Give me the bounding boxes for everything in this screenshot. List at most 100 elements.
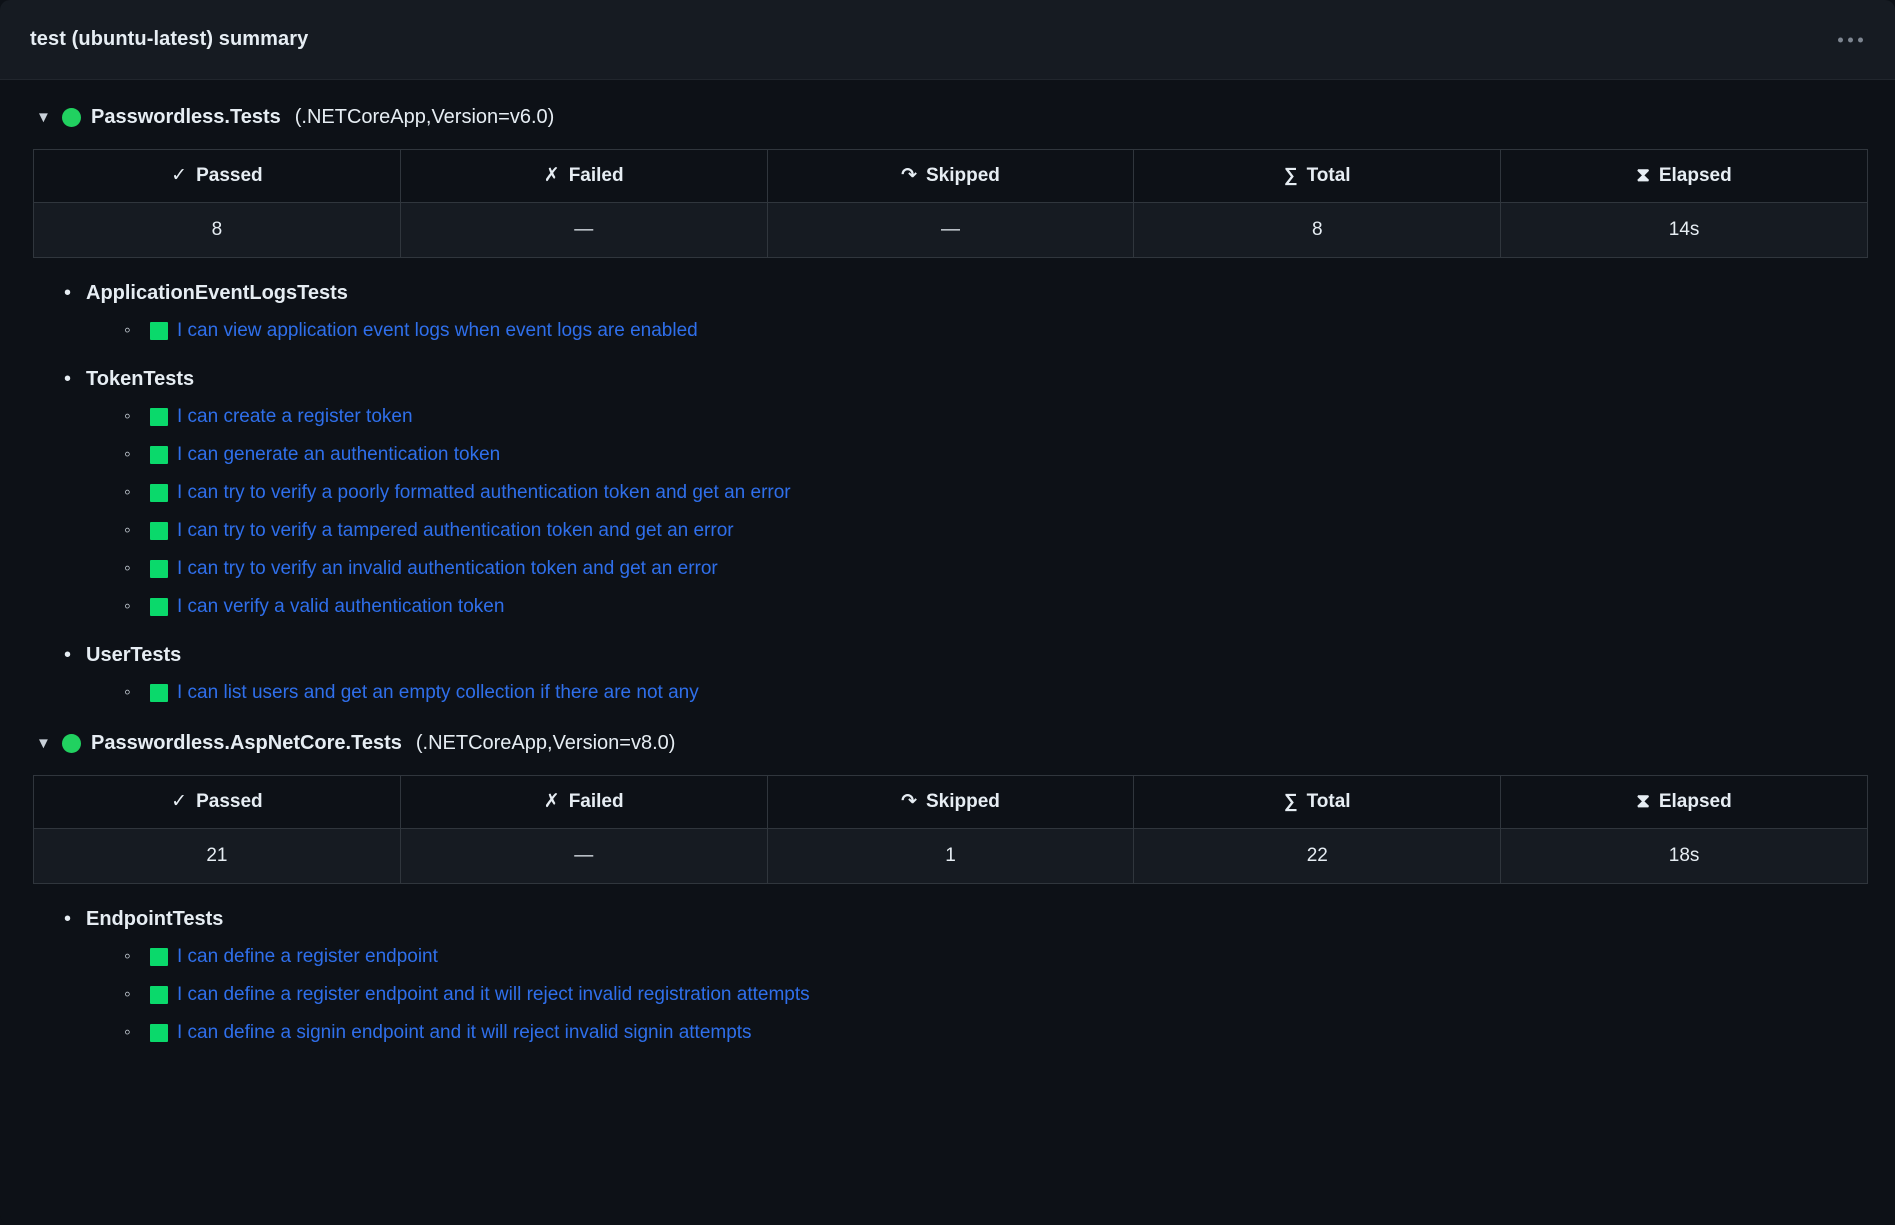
test-outcome-passed-icon: [150, 522, 168, 540]
column-header-label: Total: [1307, 791, 1351, 813]
list-item: I can define a register endpoint: [120, 932, 1865, 970]
column-header-label: Skipped: [926, 165, 1000, 187]
test-outcome-passed-icon: [150, 322, 168, 340]
suite-summary-table: ✓Passed✗Failed↷Skipped∑Total⧗Elapsed21—1…: [33, 775, 1868, 884]
hourglass-icon: ⧗: [1636, 166, 1649, 185]
test-case-link[interactable]: I can view application event logs when e…: [177, 318, 698, 344]
list-item: I can generate an authentication token: [120, 430, 1865, 468]
test-class-list: ApplicationEventLogsTests I can view appl…: [30, 258, 1865, 706]
list-item: I can create a register token: [120, 392, 1865, 430]
suite-summary-table: ✓Passed✗Failed↷Skipped∑Total⧗Elapsed8——8…: [33, 149, 1868, 258]
column-header-failed: ✗ Failed: [400, 150, 767, 203]
test-outcome-passed-icon: [150, 684, 168, 702]
kebab-dot: [1858, 37, 1863, 42]
kebab-dot: [1838, 37, 1843, 42]
test-class-name: UserTests: [86, 642, 1865, 668]
test-class: TokenTests I can create a register token I…: [58, 344, 1865, 620]
test-outcome-passed-icon: [150, 948, 168, 966]
test-case-link[interactable]: I can verify a valid authentication toke…: [177, 594, 504, 620]
column-header-failed: ✗ Failed: [400, 776, 767, 829]
test-class: EndpointTests I can define a register end…: [58, 884, 1865, 1046]
test-case-list: I can list users and get an empty collec…: [86, 668, 1865, 706]
test-outcome-passed-icon: [150, 484, 168, 502]
skip-arrow-icon: ↷: [901, 792, 917, 811]
list-item: I can view application event logs when e…: [120, 306, 1865, 344]
test-class-name: TokenTests: [86, 366, 1865, 392]
test-class-name: EndpointTests: [86, 906, 1865, 932]
kebab-dot: [1848, 37, 1853, 42]
test-class: UserTests I can list users and get an emp…: [58, 620, 1865, 706]
column-header-skipped: ↷Skipped: [767, 776, 1134, 829]
test-case-link[interactable]: I can create a register token: [177, 404, 413, 430]
test-outcome-passed-icon: [150, 446, 168, 464]
list-item: I can try to verify a poorly formatted a…: [120, 468, 1865, 506]
cell-passed: 21: [34, 829, 401, 884]
table-row: 21—12218s: [34, 829, 1868, 884]
column-header-label: Elapsed: [1659, 791, 1732, 813]
list-item: I can try to verify an invalid authentic…: [120, 544, 1865, 582]
column-header-label: Failed: [569, 165, 624, 187]
list-item: I can define a register endpoint and it …: [120, 970, 1865, 1008]
cell-skipped: 1: [767, 829, 1134, 884]
cell-failed: —: [400, 829, 767, 884]
test-outcome-passed-icon: [150, 986, 168, 1004]
kebab-menu-icon[interactable]: [1836, 31, 1865, 48]
column-header-total: ∑ Total: [1134, 776, 1501, 829]
list-item: I can verify a valid authentication toke…: [120, 582, 1865, 620]
cell-failed: —: [400, 203, 767, 258]
column-header-label: Passed: [196, 791, 263, 813]
column-header-passed: ✓Passed: [34, 150, 401, 203]
list-item: I can try to verify a tampered authentic…: [120, 506, 1865, 544]
cross-icon: ✗: [544, 792, 560, 811]
test-outcome-passed-icon: [150, 598, 168, 616]
cell-total: 22: [1134, 829, 1501, 884]
test-case-link[interactable]: I can try to verify a poorly formatted a…: [177, 480, 791, 506]
test-case-link[interactable]: I can list users and get an empty collec…: [177, 680, 699, 706]
column-header-elapsed: ⧗ Elapsed: [1501, 776, 1868, 829]
cell-total: 8: [1134, 203, 1501, 258]
column-header-passed: ✓ Passed: [34, 776, 401, 829]
test-case-link[interactable]: I can generate an authentication token: [177, 442, 500, 468]
list-item: I can define a signin endpoint and it wi…: [120, 1008, 1865, 1046]
test-case-link[interactable]: I can define a register endpoint: [177, 944, 438, 970]
list-item: I can list users and get an empty collec…: [120, 668, 1865, 706]
test-outcome-passed-icon: [150, 408, 168, 426]
test-case-link[interactable]: I can try to verify a tampered authentic…: [177, 518, 734, 544]
test-case-link[interactable]: I can try to verify an invalid authentic…: [177, 556, 718, 582]
suite-framework: (.NETCoreApp,Version=v8.0): [416, 732, 676, 755]
panel-body: ▼ Passwordless.Tests (.NETCoreApp,Version=…: [0, 80, 1895, 1046]
suite-name: Passwordless.Tests: [91, 106, 281, 129]
test-case-link[interactable]: I can define a register endpoint and it …: [177, 982, 810, 1008]
column-header-total: ∑ Total: [1134, 150, 1501, 203]
sigma-icon: ∑: [1284, 792, 1298, 811]
column-header-skipped: ↷Skipped: [767, 150, 1134, 203]
test-class: ApplicationEventLogsTests I can view appl…: [58, 258, 1865, 344]
chevron-down-icon[interactable]: ▼: [36, 736, 52, 751]
column-header-label: Failed: [569, 791, 624, 813]
column-header-label: Total: [1307, 165, 1351, 187]
test-suite: ▼ Passwordless.AspNetCore.Tests (.NETCoreA…: [30, 706, 1865, 1046]
column-header-label: Elapsed: [1659, 165, 1732, 187]
panel-header: test (ubuntu-latest) summary: [0, 0, 1895, 80]
suite-header[interactable]: ▼ Passwordless.AspNetCore.Tests (.NETCoreA…: [30, 706, 1865, 771]
test-summary-panel: test (ubuntu-latest) summary ▼ Passwordle…: [0, 0, 1895, 1225]
suite-framework: (.NETCoreApp,Version=v6.0): [295, 106, 555, 129]
suite-name: Passwordless.AspNetCore.Tests: [91, 732, 402, 755]
test-class-name: ApplicationEventLogsTests: [86, 280, 1865, 306]
test-suite: ▼ Passwordless.Tests (.NETCoreApp,Version=…: [30, 80, 1865, 706]
chevron-down-icon[interactable]: ▼: [36, 110, 52, 125]
sigma-icon: ∑: [1284, 166, 1298, 185]
column-header-label: Passed: [196, 165, 263, 187]
check-icon: ✓: [171, 792, 187, 811]
suite-header[interactable]: ▼ Passwordless.Tests (.NETCoreApp,Version=…: [30, 80, 1865, 145]
page-title: test (ubuntu-latest) summary: [30, 28, 308, 51]
column-header-elapsed: ⧗ Elapsed: [1501, 150, 1868, 203]
suite-status-dot-icon: [62, 734, 81, 753]
hourglass-icon: ⧗: [1636, 792, 1649, 811]
cell-elapsed: 14s: [1501, 203, 1868, 258]
test-case-list: I can view application event logs when e…: [86, 306, 1865, 344]
cross-icon: ✗: [544, 166, 560, 185]
test-class-list: EndpointTests I can define a register end…: [30, 884, 1865, 1046]
cell-elapsed: 18s: [1501, 829, 1868, 884]
test-case-link[interactable]: I can define a signin endpoint and it wi…: [177, 1020, 752, 1046]
